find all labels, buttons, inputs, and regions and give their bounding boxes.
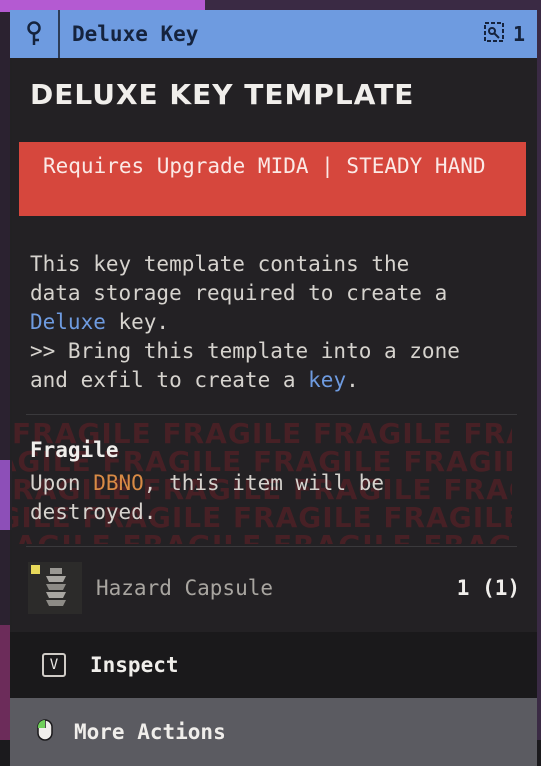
linked-item-icon [483,21,505,47]
item-description: This key template contains the data stor… [30,250,520,395]
description-line: >> Bring this template into a zone [30,339,460,363]
divider [26,414,517,415]
more-actions-button[interactable]: More Actions [10,698,537,766]
inspect-label: Inspect [90,653,179,677]
item-header: Deluxe Key 1 [10,10,537,58]
inspect-button[interactable]: V Inspect [10,632,537,698]
required-item-row: Hazard Capsule 1 (1) [28,562,520,614]
item-count: 1 [512,22,525,46]
item-title: DELUXE KEY TEMPLATE [30,78,415,111]
hazard-capsule-thumbnail [28,562,82,614]
description-line: This key template contains the [30,252,410,276]
required-item-name: Hazard Capsule [96,576,274,600]
background-world [0,625,10,740]
requirement-banner: Requires Upgrade MIDA | STEADY HAND [19,142,526,216]
mouse-icon [36,718,54,746]
fragile-description: Upon DBNO, this item will be destroyed. [30,471,385,524]
key-icon [10,10,60,58]
item-header-title: Deluxe Key [72,22,199,46]
dbno-highlight: DBNO [93,471,144,495]
keybind-v-icon: V [42,653,66,677]
deluxe-highlight: Deluxe [30,310,106,334]
description-line: data storage required to create a [30,281,448,305]
more-actions-label: More Actions [74,720,226,744]
required-item-quantity: 1 (1) [456,576,520,600]
fragile-label: Fragile [30,438,119,462]
divider [26,546,517,547]
key-highlight: key [308,368,347,392]
